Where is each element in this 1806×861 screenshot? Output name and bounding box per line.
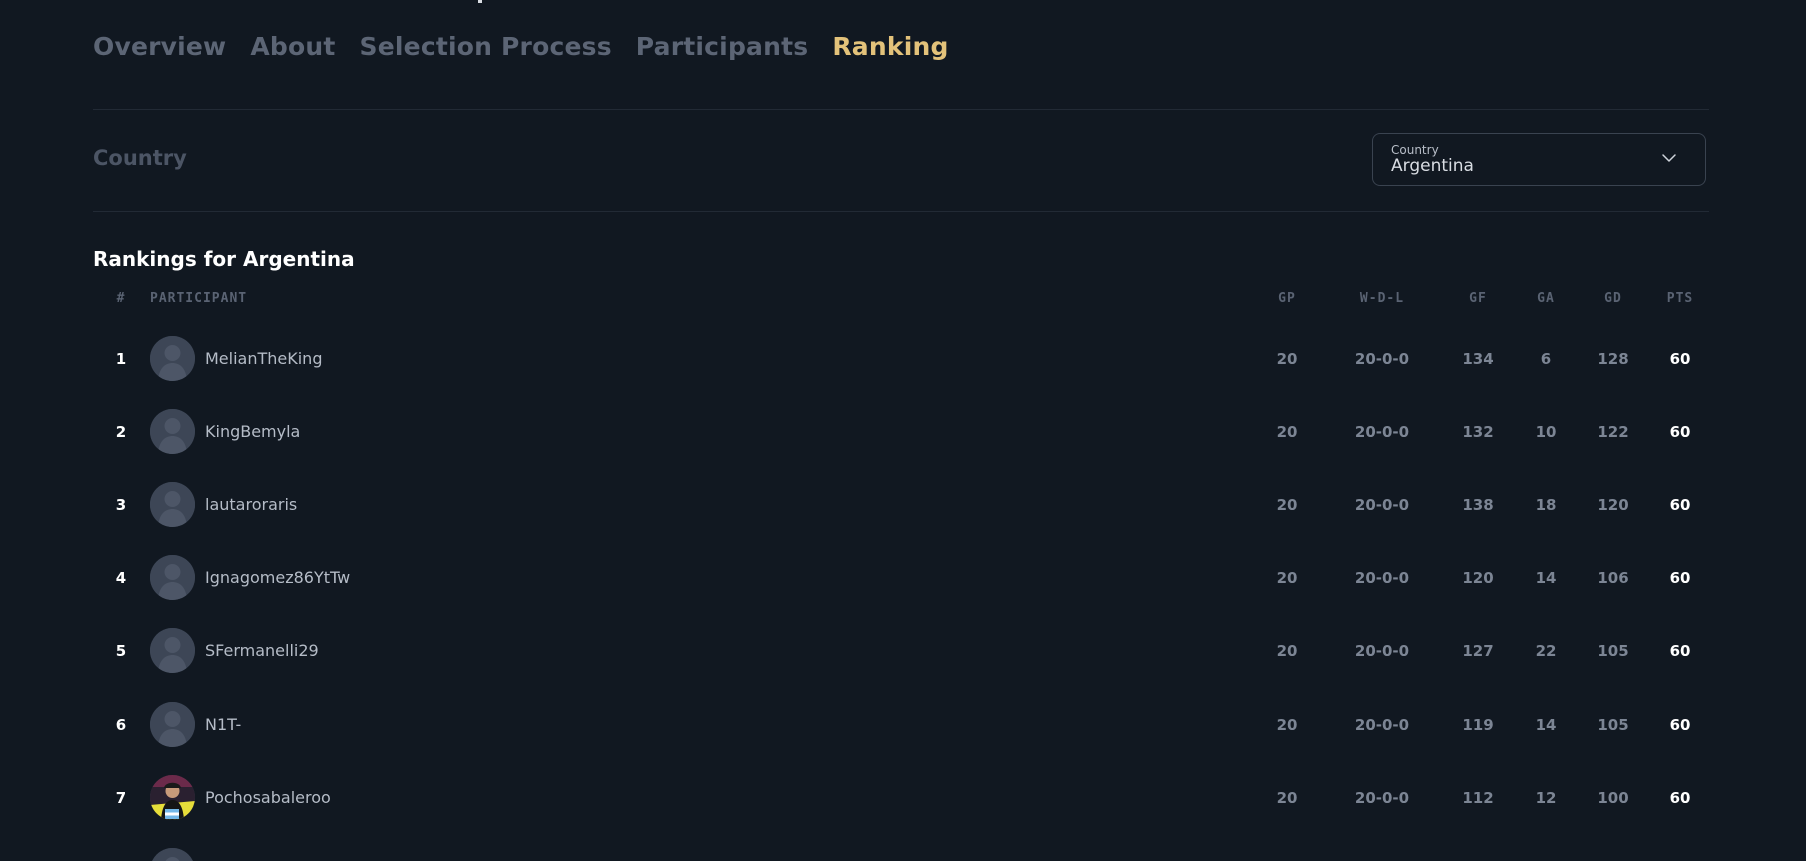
default-avatar-icon (150, 702, 195, 747)
participant-name[interactable]: Pochosabaleroo (205, 768, 331, 828)
wdl-cell: 20-0-0 (1354, 569, 1410, 587)
gd-cell: 100 (1597, 789, 1629, 807)
wdl-cell: 20-0-0 (1354, 716, 1410, 734)
ga-cell: 12 (1535, 789, 1557, 807)
pts-cell: 60 (1669, 642, 1691, 660)
ranking-page: Overview About Selection Process Partici… (0, 0, 1806, 861)
rank-cell: 1 (115, 350, 127, 368)
table-row[interactable]: 4 Ignagomez86YtTw 20 20-0-0 120 14 106 6… (0, 548, 1806, 608)
wdl-cell: 20-0-0 (1354, 350, 1410, 368)
default-avatar-icon (150, 555, 195, 600)
ga-cell: 14 (1535, 716, 1557, 734)
gf-cell: 127 (1462, 642, 1494, 660)
participant-name[interactable]: MelianTheKing (205, 329, 322, 389)
ga-cell: 10 (1535, 423, 1557, 441)
wdl-cell: 20-0-0 (1354, 423, 1410, 441)
participant-name[interactable]: lautaroraris (205, 475, 297, 535)
photo-avatar (150, 775, 195, 820)
wdl-cell: 20-0-0 (1354, 642, 1410, 660)
rank-cell: 4 (115, 569, 127, 587)
gp-cell: 20 (1276, 716, 1298, 734)
table-row[interactable]: 6 N1T- 20 20-0-0 119 14 105 60 (0, 695, 1806, 755)
gd-cell: 105 (1597, 642, 1629, 660)
table-row[interactable]: 3 lautaroraris 20 20-0-0 138 18 120 60 (0, 475, 1806, 535)
ga-cell: 6 (1540, 350, 1552, 368)
rank-cell: 5 (115, 642, 127, 660)
gd-cell: 120 (1597, 496, 1629, 514)
table-row[interactable]: 5 SFermanelli29 20 20-0-0 127 22 105 60 (0, 621, 1806, 681)
wdl-cell: 20-0-0 (1354, 789, 1410, 807)
ga-cell: 14 (1535, 569, 1557, 587)
rank-cell: 6 (115, 716, 127, 734)
gd-cell: 106 (1597, 569, 1629, 587)
gd-cell: 128 (1597, 350, 1629, 368)
table-row[interactable]: 2 KingBemyla 20 20-0-0 132 10 122 60 (0, 402, 1806, 462)
ga-cell: 18 (1535, 496, 1557, 514)
default-avatar-icon (150, 848, 195, 861)
table-row[interactable] (0, 841, 1806, 861)
default-avatar-icon (150, 482, 195, 527)
default-avatar-icon (150, 336, 195, 381)
gf-cell: 120 (1462, 569, 1494, 587)
gp-cell: 20 (1276, 642, 1298, 660)
gd-cell: 105 (1597, 716, 1629, 734)
gp-cell: 20 (1276, 423, 1298, 441)
participant-name[interactable]: Ignagomez86YtTw (205, 548, 350, 608)
gf-cell: 138 (1462, 496, 1494, 514)
pts-cell: 60 (1669, 569, 1691, 587)
pts-cell: 60 (1669, 716, 1691, 734)
pts-cell: 60 (1669, 350, 1691, 368)
gf-cell: 132 (1462, 423, 1494, 441)
gp-cell: 20 (1276, 496, 1298, 514)
rank-cell: 2 (115, 423, 127, 441)
table-row[interactable]: 7 Pochosabaleroo 20 20-0-0 112 12 100 60 (0, 768, 1806, 828)
default-avatar-icon (150, 409, 195, 454)
gf-cell: 134 (1462, 350, 1494, 368)
rank-cell: 3 (115, 496, 127, 514)
pts-cell: 60 (1669, 423, 1691, 441)
gp-cell: 20 (1276, 569, 1298, 587)
table-row[interactable]: 1 MelianTheKing 20 20-0-0 134 6 128 60 (0, 329, 1806, 389)
wdl-cell: 20-0-0 (1354, 496, 1410, 514)
participant-name[interactable]: N1T- (205, 695, 241, 755)
ga-cell: 22 (1535, 642, 1557, 660)
pts-cell: 60 (1669, 496, 1691, 514)
rank-cell: 7 (115, 789, 127, 807)
gp-cell: 20 (1276, 789, 1298, 807)
gd-cell: 122 (1597, 423, 1629, 441)
gf-cell: 119 (1462, 716, 1494, 734)
gp-cell: 20 (1276, 350, 1298, 368)
pts-cell: 60 (1669, 789, 1691, 807)
gf-cell: 112 (1462, 789, 1494, 807)
default-avatar-icon (150, 628, 195, 673)
participant-name[interactable]: KingBemyla (205, 402, 300, 462)
participant-name[interactable]: SFermanelli29 (205, 621, 319, 681)
ranking-table-body: 1 MelianTheKing 20 20-0-0 134 6 128 60 2… (0, 0, 1806, 861)
